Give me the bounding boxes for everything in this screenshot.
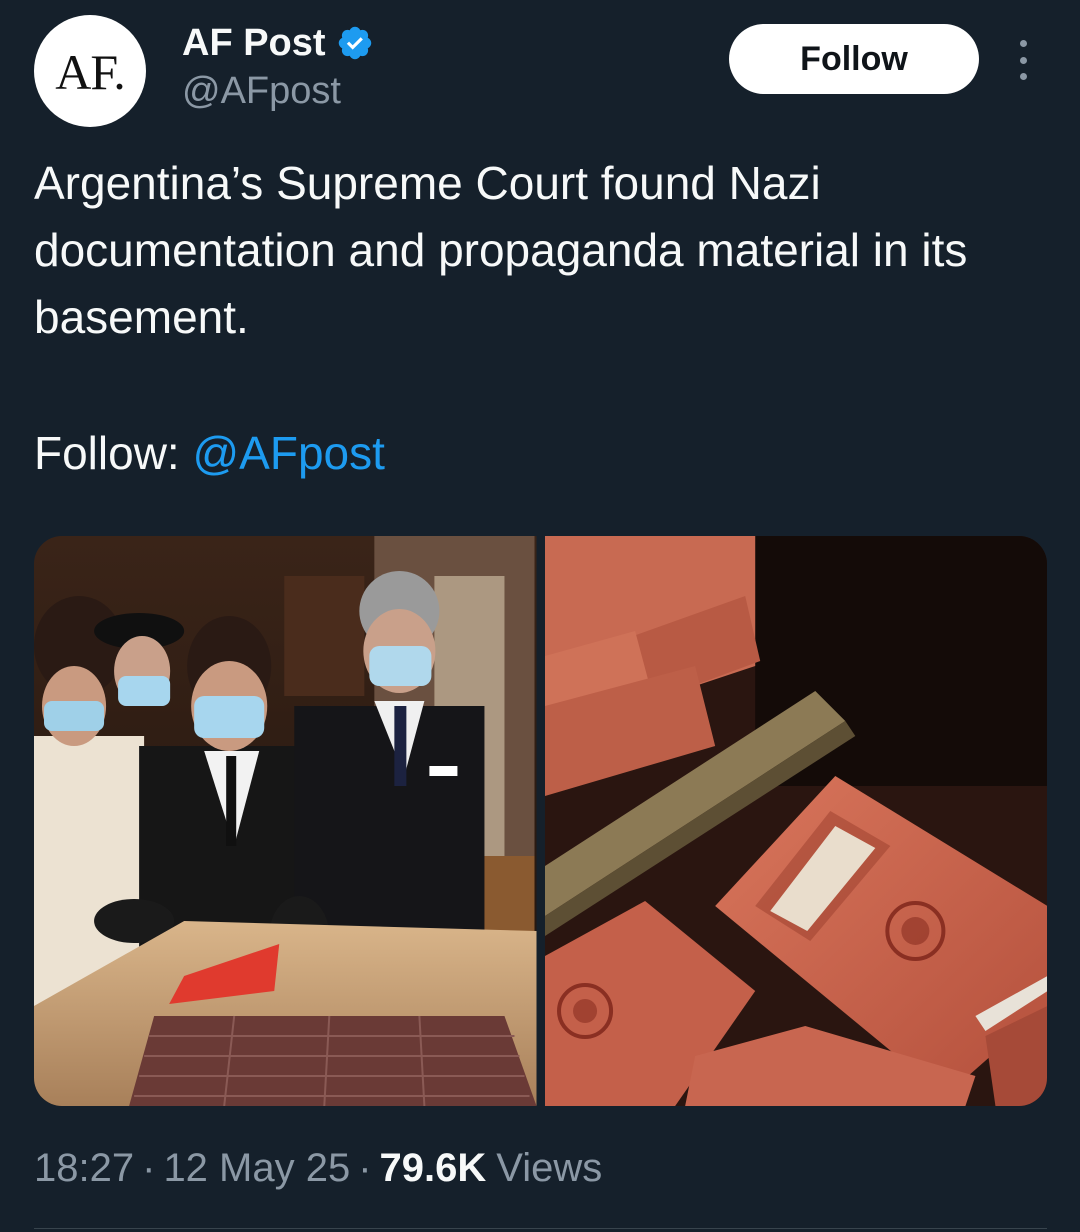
timestamp-time[interactable]: 18:27 <box>34 1146 134 1191</box>
follow-button[interactable]: Follow <box>729 24 979 94</box>
display-name-row: AF Post <box>182 20 374 66</box>
photo-officials-graphic <box>34 536 537 1106</box>
views-count[interactable]: 79.6K <box>380 1146 487 1191</box>
media-grid <box>34 536 1047 1106</box>
tweet-body: Argentina’s Supreme Court found Nazi doc… <box>34 157 968 343</box>
more-dot <box>1019 56 1027 64</box>
avatar[interactable]: AF. <box>34 15 146 127</box>
meta-separator: · <box>142 1146 156 1190</box>
avatar-logo-text: AF. <box>55 44 125 100</box>
photo-officials-inspecting-box[interactable] <box>34 536 537 1106</box>
verified-badge-icon <box>338 26 371 60</box>
tweet-meta: 18:27 · 12 May 25 · 79.6K Views <box>34 1146 602 1191</box>
photo-red-booklets-closeup[interactable] <box>544 536 1047 1106</box>
meta-separator: · <box>358 1146 372 1190</box>
tweet-text: Argentina’s Supreme Court found Nazi doc… <box>34 150 1034 351</box>
tweet-follow-line: Follow: @AFpost <box>34 420 385 487</box>
more-dot <box>1019 73 1027 80</box>
timestamp-date[interactable]: 12 May 25 <box>163 1146 350 1191</box>
display-name[interactable]: AF Post <box>182 22 326 65</box>
mention-link[interactable]: @AFpost <box>192 427 384 479</box>
more-vertical-icon[interactable] <box>1008 40 1038 80</box>
views-label: Views <box>496 1146 603 1190</box>
photo-booklets-graphic <box>544 536 1047 1106</box>
tweet-header: AF. AF Post @AFpost Follow <box>0 0 1080 140</box>
follow-prefix: Follow: <box>34 427 193 479</box>
divider <box>34 1228 1047 1229</box>
more-dot <box>1019 40 1027 47</box>
handle[interactable]: @AFpost <box>182 70 341 113</box>
